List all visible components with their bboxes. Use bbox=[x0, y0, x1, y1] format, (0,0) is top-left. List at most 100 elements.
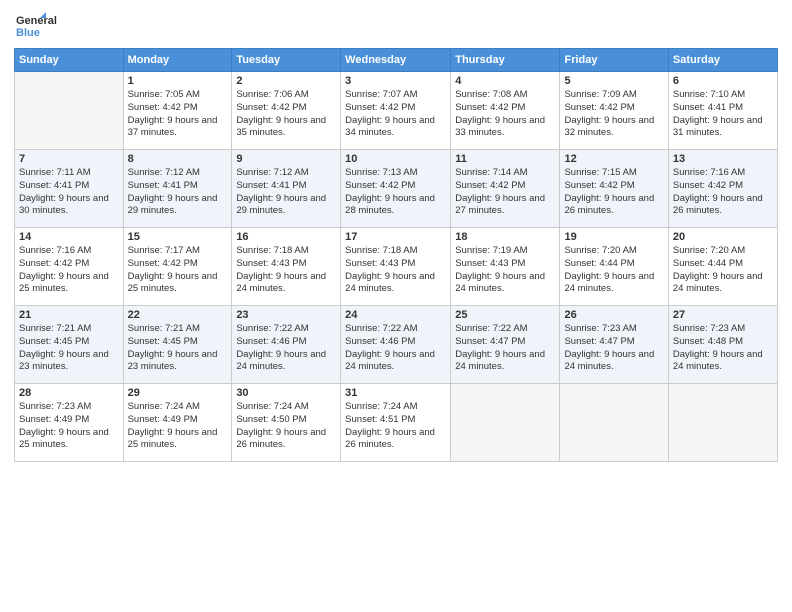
day-number: 22 bbox=[128, 309, 228, 321]
day-number: 8 bbox=[128, 153, 228, 165]
day-number: 5 bbox=[564, 75, 663, 87]
logo-icon: General Blue bbox=[14, 10, 84, 42]
day-number: 1 bbox=[128, 75, 228, 87]
day-cell: 16 Sunrise: 7:18 AMSunset: 4:43 PMDayligh… bbox=[232, 228, 341, 306]
day-number: 12 bbox=[564, 153, 663, 165]
day-info: Sunrise: 7:11 AMSunset: 4:41 PMDaylight:… bbox=[19, 167, 119, 218]
day-cell: 30 Sunrise: 7:24 AMSunset: 4:50 PMDayligh… bbox=[232, 384, 341, 462]
svg-text:General: General bbox=[16, 15, 57, 27]
day-cell: 9 Sunrise: 7:12 AMSunset: 4:41 PMDaylight… bbox=[232, 150, 341, 228]
header-day-tuesday: Tuesday bbox=[232, 49, 341, 72]
day-cell: 22 Sunrise: 7:21 AMSunset: 4:45 PMDayligh… bbox=[123, 306, 232, 384]
day-cell: 10Sunrise: 7:13 AMSunset: 4:42 PMDayligh… bbox=[341, 150, 451, 228]
day-info: Sunrise: 7:17 AMSunset: 4:42 PMDaylight:… bbox=[128, 245, 228, 296]
day-cell: 21 Sunrise: 7:21 AMSunset: 4:45 PMDayligh… bbox=[15, 306, 124, 384]
day-cell: 11 Sunrise: 7:14 AMSunset: 4:42 PMDayligh… bbox=[451, 150, 560, 228]
day-info: Sunrise: 7:15 AMSunset: 4:42 PMDaylight:… bbox=[564, 167, 663, 218]
day-number: 19 bbox=[564, 231, 663, 243]
calendar-table: SundayMondayTuesdayWednesdayThursdayFrid… bbox=[14, 48, 778, 462]
day-info: Sunrise: 7:21 AMSunset: 4:45 PMDaylight:… bbox=[128, 323, 228, 374]
day-number: 9 bbox=[236, 153, 336, 165]
day-cell bbox=[15, 72, 124, 150]
day-cell: 8 Sunrise: 7:12 AMSunset: 4:41 PMDaylight… bbox=[123, 150, 232, 228]
day-info: Sunrise: 7:24 AMSunset: 4:49 PMDaylight:… bbox=[128, 401, 228, 452]
day-cell: 18Sunrise: 7:19 AMSunset: 4:43 PMDayligh… bbox=[451, 228, 560, 306]
day-cell bbox=[451, 384, 560, 462]
day-number: 15 bbox=[128, 231, 228, 243]
day-info: Sunrise: 7:08 AMSunset: 4:42 PMDaylight:… bbox=[455, 89, 555, 140]
day-cell bbox=[668, 384, 777, 462]
day-cell: 6 Sunrise: 7:10 AMSunset: 4:41 PMDaylight… bbox=[668, 72, 777, 150]
day-info: Sunrise: 7:07 AMSunset: 4:42 PMDaylight:… bbox=[345, 89, 446, 140]
header-day-monday: Monday bbox=[123, 49, 232, 72]
day-number: 31 bbox=[345, 387, 446, 399]
week-row-5: 28 Sunrise: 7:23 AMSunset: 4:49 PMDayligh… bbox=[15, 384, 778, 462]
week-row-1: 1Sunrise: 7:05 AMSunset: 4:42 PMDaylight… bbox=[15, 72, 778, 150]
header-day-friday: Friday bbox=[560, 49, 668, 72]
header-row: SundayMondayTuesdayWednesdayThursdayFrid… bbox=[15, 49, 778, 72]
day-cell bbox=[560, 384, 668, 462]
day-cell: 12 Sunrise: 7:15 AMSunset: 4:42 PMDayligh… bbox=[560, 150, 668, 228]
day-number: 30 bbox=[236, 387, 336, 399]
day-number: 11 bbox=[455, 153, 555, 165]
day-cell: 26 Sunrise: 7:23 AMSunset: 4:47 PMDayligh… bbox=[560, 306, 668, 384]
day-cell: 2Sunrise: 7:06 AMSunset: 4:42 PMDaylight… bbox=[232, 72, 341, 150]
day-number: 28 bbox=[19, 387, 119, 399]
day-cell: 3 Sunrise: 7:07 AMSunset: 4:42 PMDaylight… bbox=[341, 72, 451, 150]
day-number: 17 bbox=[345, 231, 446, 243]
day-info: Sunrise: 7:09 AMSunset: 4:42 PMDaylight:… bbox=[564, 89, 663, 140]
day-cell: 15 Sunrise: 7:17 AMSunset: 4:42 PMDayligh… bbox=[123, 228, 232, 306]
day-info: Sunrise: 7:23 AMSunset: 4:47 PMDaylight:… bbox=[564, 323, 663, 374]
day-info: Sunrise: 7:21 AMSunset: 4:45 PMDaylight:… bbox=[19, 323, 119, 374]
day-number: 27 bbox=[673, 309, 773, 321]
day-number: 29 bbox=[128, 387, 228, 399]
day-number: 16 bbox=[236, 231, 336, 243]
header-day-sunday: Sunday bbox=[15, 49, 124, 72]
week-row-3: 14Sunrise: 7:16 AMSunset: 4:42 PMDayligh… bbox=[15, 228, 778, 306]
day-number: 2 bbox=[236, 75, 336, 87]
day-number: 26 bbox=[564, 309, 663, 321]
day-number: 7 bbox=[19, 153, 119, 165]
day-number: 6 bbox=[673, 75, 773, 87]
day-info: Sunrise: 7:13 AMSunset: 4:42 PMDaylight:… bbox=[345, 167, 446, 218]
day-cell: 13 Sunrise: 7:16 AMSunset: 4:42 PMDayligh… bbox=[668, 150, 777, 228]
week-row-2: 7 Sunrise: 7:11 AMSunset: 4:41 PMDaylight… bbox=[15, 150, 778, 228]
day-info: Sunrise: 7:12 AMSunset: 4:41 PMDaylight:… bbox=[236, 167, 336, 218]
day-info: Sunrise: 7:24 AMSunset: 4:50 PMDaylight:… bbox=[236, 401, 336, 452]
day-cell: 27 Sunrise: 7:23 AMSunset: 4:48 PMDayligh… bbox=[668, 306, 777, 384]
day-cell: 17Sunrise: 7:18 AMSunset: 4:43 PMDayligh… bbox=[341, 228, 451, 306]
day-info: Sunrise: 7:18 AMSunset: 4:43 PMDaylight:… bbox=[236, 245, 336, 296]
day-cell: 23Sunrise: 7:22 AMSunset: 4:46 PMDayligh… bbox=[232, 306, 341, 384]
day-cell: 7 Sunrise: 7:11 AMSunset: 4:41 PMDaylight… bbox=[15, 150, 124, 228]
day-info: Sunrise: 7:22 AMSunset: 4:46 PMDaylight:… bbox=[345, 323, 446, 374]
day-number: 21 bbox=[19, 309, 119, 321]
day-info: Sunrise: 7:16 AMSunset: 4:42 PMDaylight:… bbox=[19, 245, 119, 296]
day-number: 13 bbox=[673, 153, 773, 165]
day-info: Sunrise: 7:12 AMSunset: 4:41 PMDaylight:… bbox=[128, 167, 228, 218]
day-info: Sunrise: 7:10 AMSunset: 4:41 PMDaylight:… bbox=[673, 89, 773, 140]
day-number: 4 bbox=[455, 75, 555, 87]
day-number: 25 bbox=[455, 309, 555, 321]
day-info: Sunrise: 7:14 AMSunset: 4:42 PMDaylight:… bbox=[455, 167, 555, 218]
day-number: 20 bbox=[673, 231, 773, 243]
day-number: 24 bbox=[345, 309, 446, 321]
day-number: 3 bbox=[345, 75, 446, 87]
day-cell: 14Sunrise: 7:16 AMSunset: 4:42 PMDayligh… bbox=[15, 228, 124, 306]
day-cell: 20Sunrise: 7:20 AMSunset: 4:44 PMDayligh… bbox=[668, 228, 777, 306]
logo: General Blue bbox=[14, 10, 84, 42]
week-row-4: 21 Sunrise: 7:21 AMSunset: 4:45 PMDayligh… bbox=[15, 306, 778, 384]
day-number: 23 bbox=[236, 309, 336, 321]
day-info: Sunrise: 7:23 AMSunset: 4:49 PMDaylight:… bbox=[19, 401, 119, 452]
header-day-wednesday: Wednesday bbox=[341, 49, 451, 72]
header: General Blue bbox=[14, 10, 778, 42]
day-info: Sunrise: 7:16 AMSunset: 4:42 PMDaylight:… bbox=[673, 167, 773, 218]
page-container: General Blue SundayMondayTuesdayWednesda… bbox=[0, 0, 792, 612]
day-info: Sunrise: 7:20 AMSunset: 4:44 PMDaylight:… bbox=[564, 245, 663, 296]
header-day-thursday: Thursday bbox=[451, 49, 560, 72]
day-cell: 24 Sunrise: 7:22 AMSunset: 4:46 PMDayligh… bbox=[341, 306, 451, 384]
day-info: Sunrise: 7:23 AMSunset: 4:48 PMDaylight:… bbox=[673, 323, 773, 374]
day-number: 18 bbox=[455, 231, 555, 243]
day-cell: 31Sunrise: 7:24 AMSunset: 4:51 PMDayligh… bbox=[341, 384, 451, 462]
day-info: Sunrise: 7:22 AMSunset: 4:47 PMDaylight:… bbox=[455, 323, 555, 374]
day-cell: 19 Sunrise: 7:20 AMSunset: 4:44 PMDayligh… bbox=[560, 228, 668, 306]
